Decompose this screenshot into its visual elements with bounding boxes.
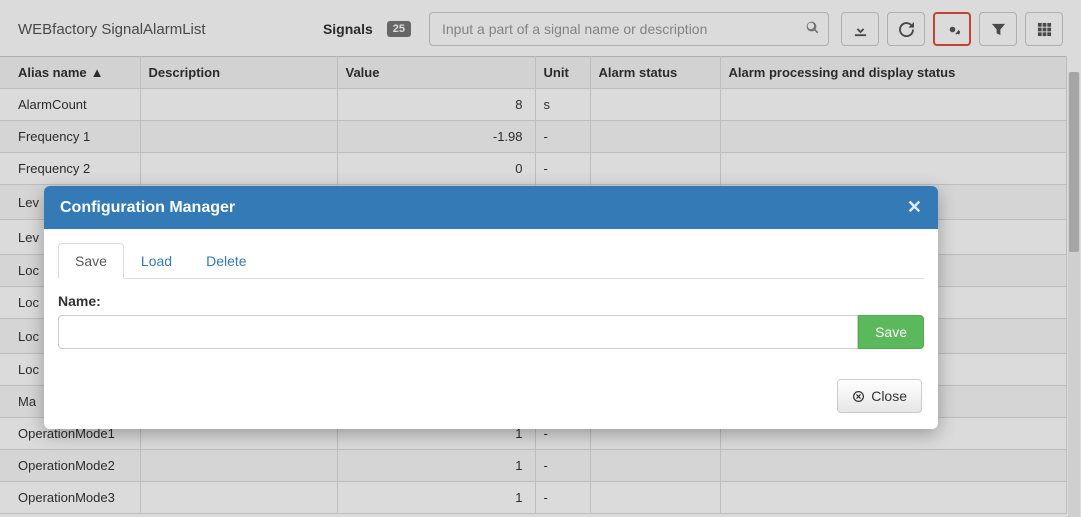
- close-circle-icon: [852, 390, 865, 403]
- name-input-row: Save: [58, 315, 924, 349]
- modal-footer: Close: [44, 367, 938, 429]
- name-label: Name:: [58, 293, 924, 309]
- modal-body: Save Load Delete Name: Save: [44, 229, 938, 367]
- tab-delete[interactable]: Delete: [189, 243, 263, 279]
- tab-load[interactable]: Load: [124, 243, 189, 279]
- close-button-label: Close: [871, 388, 907, 404]
- save-button[interactable]: Save: [858, 315, 924, 349]
- close-button[interactable]: Close: [837, 379, 922, 413]
- modal-header: Configuration Manager ✕: [44, 186, 938, 229]
- close-icon[interactable]: ✕: [907, 197, 922, 218]
- name-input[interactable]: [58, 315, 858, 349]
- modal-title: Configuration Manager: [60, 199, 235, 217]
- tab-save[interactable]: Save: [58, 243, 124, 279]
- modal-tabs: Save Load Delete: [58, 243, 924, 279]
- configuration-manager-modal: Configuration Manager ✕ Save Load Delete…: [44, 186, 938, 429]
